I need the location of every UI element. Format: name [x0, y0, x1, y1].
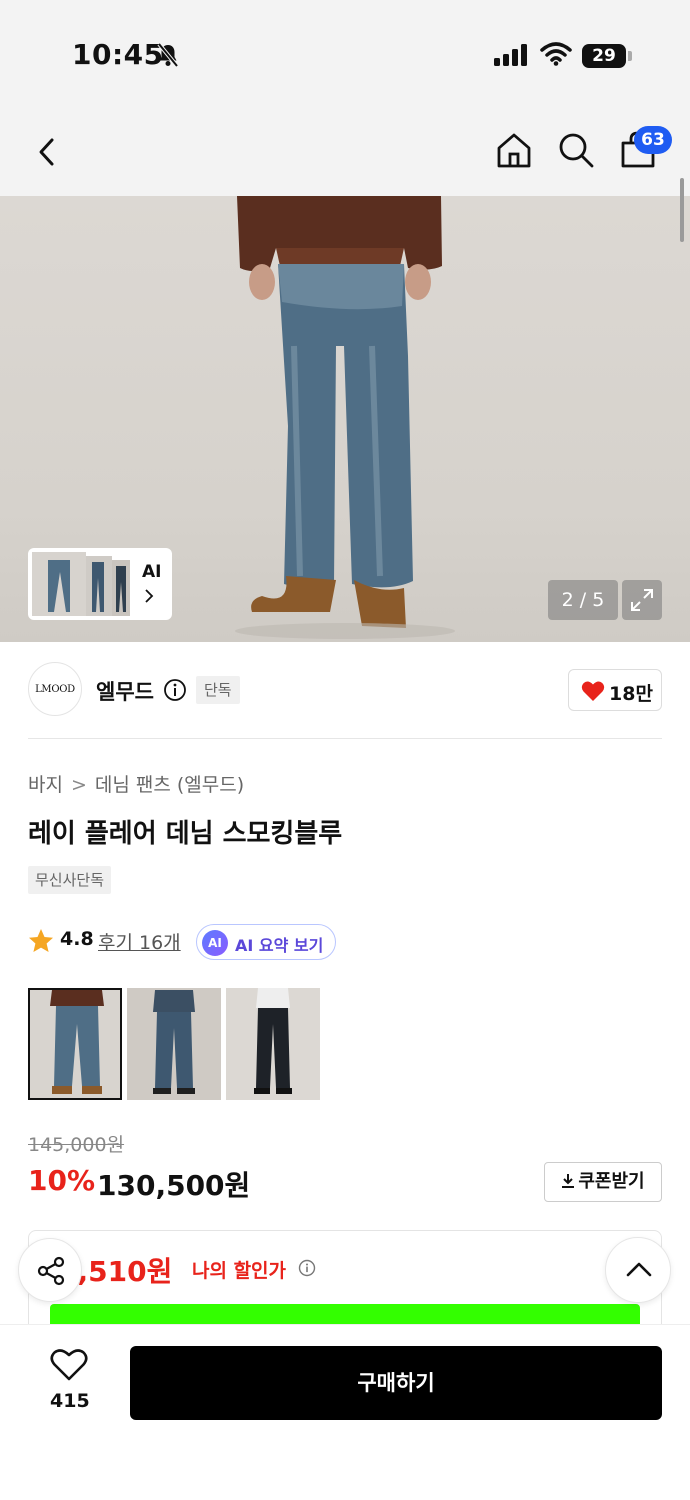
share-button[interactable]: [18, 1238, 82, 1302]
info-icon[interactable]: [298, 1259, 316, 1277]
variant-thumbnail-2[interactable]: [127, 988, 221, 1100]
back-arrow-icon[interactable]: [32, 132, 66, 172]
cart-count-badge: 63: [634, 126, 672, 154]
breadcrumb-subcategory[interactable]: 데님 팬츠 (엘무드): [95, 774, 244, 796]
expand-icon: [631, 589, 653, 611]
coupon-label: 쿠폰받기: [578, 1171, 645, 1192]
home-icon[interactable]: [494, 130, 534, 170]
ai-summary-label: AI 요약 보기: [235, 936, 324, 955]
ai-summary-button[interactable]: AI AI 요약 보기: [196, 924, 336, 960]
info-icon[interactable]: [163, 678, 187, 702]
top-nav: 63: [0, 110, 690, 196]
wishlist-count: 415: [50, 1390, 90, 1412]
variant-thumbnail-3[interactable]: [226, 988, 320, 1100]
expand-button[interactable]: [622, 580, 662, 620]
heart-filled-icon: [581, 681, 605, 701]
discount-rate: 10%: [28, 1164, 96, 1197]
chevron-right-icon: >: [70, 774, 87, 796]
divider: [28, 738, 662, 739]
scroll-indicator: [680, 178, 684, 242]
sale-price: 130,500원: [97, 1169, 251, 1202]
exclusive-badge: 단독: [196, 676, 240, 704]
wifi-icon: [540, 42, 572, 66]
share-icon: [37, 1256, 65, 1286]
cellular-signal-icon: [494, 44, 527, 66]
ai-summary-icon: AI: [202, 930, 228, 956]
ai-styling-thumbnail[interactable]: AI: [28, 548, 172, 620]
chevron-up-icon: [626, 1262, 652, 1277]
search-icon[interactable]: [556, 130, 596, 170]
download-icon: [562, 1174, 575, 1188]
original-price: 145,000원: [28, 1134, 125, 1156]
ai-thumbnail-label: AI: [142, 562, 162, 582]
scroll-to-top-button[interactable]: [605, 1237, 671, 1303]
brand-like-button[interactable]: 18만: [568, 669, 662, 711]
battery-level: 29: [582, 44, 626, 68]
brand-logo[interactable]: LMOOD: [28, 662, 82, 716]
coupon-download-button[interactable]: 쿠폰받기: [544, 1162, 662, 1202]
product-image-gallery[interactable]: AI 2 / 5: [0, 196, 690, 642]
brand-name[interactable]: 엘무드: [96, 676, 154, 706]
product-title: 레이 플레어 데님 스모킹블루: [28, 819, 343, 849]
brand-like-count: 18만: [609, 683, 653, 705]
battery-tip: [628, 51, 632, 61]
rating-score: 4.8: [60, 928, 94, 950]
buy-button[interactable]: 구매하기: [130, 1346, 662, 1420]
status-bar: 10:45 29: [0, 0, 690, 110]
exclusive-tag: 무신사단독: [28, 866, 112, 894]
my-price-label: 나의 할인가: [192, 1260, 287, 1282]
heart-outline-icon[interactable]: [50, 1348, 88, 1382]
breadcrumb-category[interactable]: 바지: [28, 774, 63, 796]
chevron-right-icon: [145, 589, 154, 603]
silent-bell-icon: [157, 42, 179, 68]
image-counter: 2 / 5: [548, 580, 618, 620]
star-icon: [29, 929, 53, 952]
review-count-link[interactable]: 후기 16개: [98, 928, 181, 955]
variant-thumbnail-smoking-blue[interactable]: [28, 988, 122, 1100]
status-time: 10:45: [72, 38, 164, 71]
breadcrumb: 바지 > 데님 팬츠 (엘무드): [28, 770, 244, 797]
ai-thumbnail-images: [32, 552, 130, 616]
